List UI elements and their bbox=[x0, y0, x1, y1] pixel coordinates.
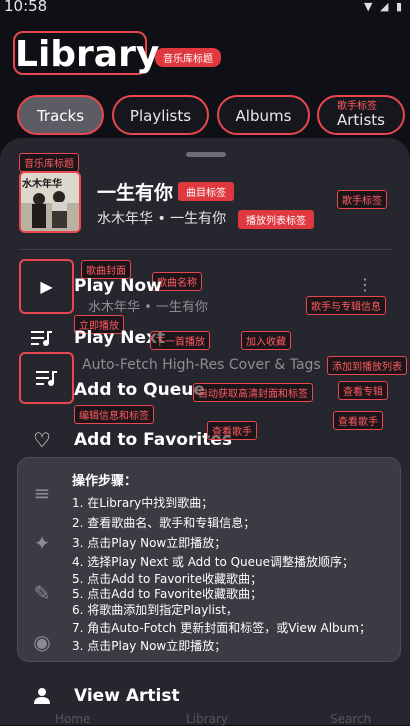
nav-home[interactable]: Home bbox=[55, 712, 90, 726]
step-item: 5. 点击Add to Favorite收藏歌曲； bbox=[72, 587, 263, 601]
annotation-tag: 自动获取高清封面和标签 bbox=[193, 383, 313, 402]
more-icon[interactable]: ⋮ bbox=[357, 275, 373, 294]
queue-icon bbox=[35, 371, 57, 386]
play-now-subtitle: 水木年华 • 一生有你 bbox=[88, 300, 208, 315]
menu-play-now[interactable]: Play Now bbox=[74, 276, 162, 296]
menu-auto-fetch[interactable]: Auto-Fetch High-Res Cover & Tags bbox=[82, 357, 321, 373]
tab-tracks[interactable]: Tracks bbox=[17, 95, 104, 135]
heart-icon: ♡ bbox=[33, 428, 51, 452]
divider bbox=[18, 249, 392, 250]
tab-playlists[interactable]: Playlists bbox=[112, 95, 209, 135]
song-subtitle: 水木年华 • 一生有你 bbox=[97, 208, 226, 228]
annotation-tag: 编辑信息和标签 bbox=[74, 405, 154, 424]
playlist-add-icon: ≡ bbox=[33, 481, 51, 505]
menu-add-to-queue[interactable]: Add to Queue bbox=[74, 380, 205, 400]
annotation-tag: 加入收藏 bbox=[241, 331, 291, 350]
song-artist: 水木年华 bbox=[97, 211, 153, 227]
step-item: 2. 查看歌曲名、歌手和专辑信息； bbox=[72, 516, 256, 530]
album-icon: ◉ bbox=[33, 630, 51, 654]
annotation-tag: 曲目标签 bbox=[178, 182, 234, 201]
tab-albums[interactable]: Albums bbox=[217, 95, 310, 135]
annotation-tag: 音乐库标题 bbox=[19, 153, 79, 172]
play-icon-box[interactable]: ▶ bbox=[19, 259, 74, 314]
step-item: 4. 选择Play Next 或 Add to Queue调整播放顺序； bbox=[72, 555, 355, 569]
cover-text: 水木年华 bbox=[22, 179, 62, 190]
menu-view-artist[interactable]: View Artist bbox=[74, 686, 180, 706]
nav-search[interactable]: Search bbox=[330, 712, 371, 726]
annotation-tag: 歌手标签 bbox=[337, 101, 377, 112]
annotation-tag: 歌手与专辑信息 bbox=[306, 296, 386, 315]
person-icon bbox=[22, 676, 62, 716]
page-title: Library bbox=[13, 31, 159, 75]
annotation-tag: 下一首播放 bbox=[150, 331, 210, 350]
edit-icon: ✎ bbox=[33, 581, 51, 605]
annotation-tag: 歌手标签 bbox=[337, 190, 387, 209]
status-icons: ▼ ◢ ▮ bbox=[364, 0, 404, 13]
step-item: 3. 点击Play Now立即播放； bbox=[72, 639, 227, 653]
drag-handle[interactable] bbox=[186, 152, 226, 157]
sparkle-icon: ✦ bbox=[33, 531, 51, 555]
status-time: 10:58 bbox=[4, 0, 48, 15]
step-item: 7. 角击Auto-Fotch 更新封面和标签，或View Album； bbox=[72, 621, 371, 635]
annotation-tag: 查看专辑 bbox=[338, 381, 388, 400]
play-icon: ▶ bbox=[40, 277, 53, 296]
annotation-tag: 音乐库标题 bbox=[155, 48, 221, 67]
annotation-tag: 添加到播放列表 bbox=[327, 356, 407, 375]
separator-dot: • bbox=[157, 211, 166, 227]
step-item: 1. 在Library中找到歌曲； bbox=[72, 496, 214, 510]
queue-icon-box[interactable] bbox=[19, 352, 74, 404]
annotation-tag: 查看歌手 bbox=[333, 411, 383, 430]
annotation-tag: 播放列表标签 bbox=[238, 210, 314, 229]
step-item: 6. 将歌曲添加到指定Playlist， bbox=[72, 603, 238, 617]
nav-library[interactable]: Library bbox=[186, 712, 228, 726]
song-title: 一生有你 bbox=[97, 182, 174, 204]
step-item: 3. 点击Play Now立即播放； bbox=[72, 536, 227, 550]
steps-title: 操作步骤： bbox=[72, 474, 138, 489]
annotation-tag: 查看歌手 bbox=[207, 421, 257, 440]
song-album: 一生有你 bbox=[170, 211, 227, 227]
